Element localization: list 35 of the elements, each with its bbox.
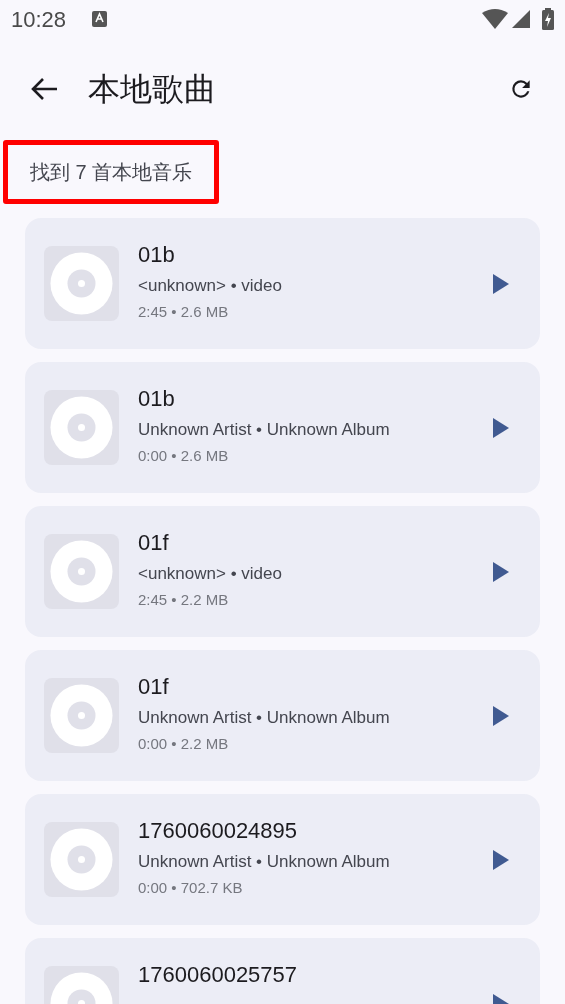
song-duration-size: 0:00 • 2.6 MB	[138, 446, 230, 466]
song-card[interactable]: 1760060024895 Unknown Artist • Unknown Album 0:00 • 702.7 KB	[25, 794, 540, 925]
play-icon	[493, 274, 509, 294]
wifi-icon	[482, 9, 508, 29]
play-icon	[493, 418, 509, 438]
song-title: 01b	[138, 385, 176, 413]
song-artist-album: Unknown Artist • Unknown Album	[138, 707, 391, 729]
song-duration-size: 2:45 • 2.6 MB	[138, 302, 230, 322]
back-arrow-icon	[30, 77, 58, 101]
keyboard-icon	[92, 11, 108, 27]
song-title: 1760060025757	[138, 961, 299, 989]
signal-icon	[512, 10, 530, 28]
song-card[interactable]: 01b <unknown> • video 2:45 • 2.6 MB	[25, 218, 540, 349]
song-card[interactable]: 1760060025757	[25, 938, 540, 1004]
song-title: 01f	[138, 673, 170, 701]
song-title: 01f	[138, 529, 170, 557]
song-artist-album: <unknown> • video	[138, 563, 283, 585]
song-artist-album: Unknown Artist • Unknown Album	[138, 851, 391, 873]
song-duration-size: 0:00 • 2.2 MB	[138, 734, 230, 754]
song-title: 1760060024895	[138, 817, 299, 845]
song-card[interactable]: 01b Unknown Artist • Unknown Album 0:00 • 2.6 MB	[25, 362, 540, 493]
status-time: 10:28	[11, 5, 67, 34]
play-icon	[493, 562, 509, 582]
song-title: 01b	[138, 241, 176, 269]
play-icon	[493, 706, 509, 726]
song-duration-size: 0:00 • 702.7 KB	[138, 878, 244, 898]
song-duration-size: 2:45 • 2.2 MB	[138, 590, 230, 610]
song-artist-album: <unknown> • video	[138, 275, 283, 297]
battery-icon	[542, 8, 554, 30]
song-count: 找到 7 首本地音乐	[3, 140, 220, 204]
page-title: 本地歌曲	[88, 70, 216, 109]
play-icon	[493, 850, 509, 870]
song-card[interactable]: 01f <unknown> • video 2:45 • 2.2 MB	[25, 506, 540, 637]
song-card[interactable]: 01f Unknown Artist • Unknown Album 0:00 • 2.2 MB	[25, 650, 540, 781]
song-artist-album: Unknown Artist • Unknown Album	[138, 419, 391, 441]
